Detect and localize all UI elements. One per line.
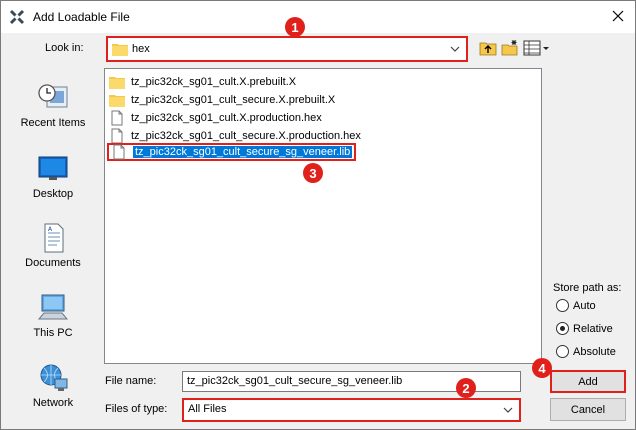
radio-circle[interactable] xyxy=(556,299,569,312)
files-of-type-value: All Files xyxy=(188,403,227,415)
radio-label: Absolute xyxy=(573,345,616,358)
radio-auto[interactable]: Auto xyxy=(556,299,596,312)
desktop-icon xyxy=(38,156,68,180)
files-of-type-combo[interactable]: All Files xyxy=(182,398,521,422)
folder-icon xyxy=(112,42,128,59)
file-name: tz_pic32ck_sg01_cult_secure_sg_veneer.li… xyxy=(133,146,353,158)
toolbar xyxy=(479,39,549,57)
place-this-pc[interactable]: This PC xyxy=(9,293,97,339)
radio-circle[interactable] xyxy=(556,322,569,335)
title-bar: Add Loadable File xyxy=(1,1,635,33)
callout-marker-3: 3 xyxy=(303,163,323,183)
file-icon xyxy=(109,128,125,144)
recent-items-icon xyxy=(38,84,68,108)
add-loadable-file-dialog: Add Loadable File Look in: hex Recent It… xyxy=(0,0,636,430)
look-in-value: hex xyxy=(132,43,150,55)
up-folder-icon[interactable] xyxy=(479,39,497,57)
list-item[interactable]: tz_pic32ck_sg01_cult.X.prebuilt.X xyxy=(109,73,296,91)
place-label: Network xyxy=(32,397,74,409)
radio-label: Auto xyxy=(573,299,596,312)
place-documents[interactable]: A Documents xyxy=(9,223,97,269)
network-icon xyxy=(40,364,68,391)
cancel-button[interactable]: Cancel xyxy=(550,398,626,421)
radio-relative[interactable]: Relative xyxy=(556,322,613,335)
callout-marker-2: 2 xyxy=(456,378,476,398)
callout-marker-1: 1 xyxy=(285,17,305,37)
places-bar: Recent Items Desktop A Documents This PC… xyxy=(9,68,97,418)
this-pc-icon xyxy=(37,294,69,320)
window-title: Add Loadable File xyxy=(33,10,130,24)
file-list[interactable]: tz_pic32ck_sg01_cult.X.prebuilt.X tz_pic… xyxy=(104,68,542,364)
look-in-combo[interactable]: hex xyxy=(106,36,468,62)
place-label: This PC xyxy=(33,327,73,339)
x-logo-icon xyxy=(9,9,25,25)
place-label: Recent Items xyxy=(20,117,86,129)
place-desktop[interactable]: Desktop xyxy=(9,154,97,200)
chevron-down-icon[interactable] xyxy=(501,403,515,420)
documents-icon: A xyxy=(44,223,64,253)
file-name-label: File name: xyxy=(105,375,157,387)
folder-icon xyxy=(109,74,125,90)
look-in-label: Look in: xyxy=(45,42,84,54)
place-label: Desktop xyxy=(32,188,74,200)
new-folder-icon[interactable] xyxy=(501,39,519,57)
store-path-label: Store path as: xyxy=(553,282,622,294)
place-label: Documents xyxy=(25,257,81,269)
file-icon xyxy=(109,110,125,126)
file-icon xyxy=(111,144,127,160)
folder-icon xyxy=(109,92,125,108)
file-name: tz_pic32ck_sg01_cult_secure.X.prebuilt.X xyxy=(131,94,336,106)
add-button[interactable]: Add xyxy=(550,370,626,393)
radio-label: Relative xyxy=(573,322,613,335)
file-name: tz_pic32ck_sg01_cult.X.prebuilt.X xyxy=(131,76,297,88)
place-network[interactable]: Network xyxy=(9,363,97,409)
chevron-down-icon[interactable] xyxy=(448,42,462,59)
view-menu-icon[interactable] xyxy=(523,39,549,57)
files-of-type-label: Files of type: xyxy=(105,403,168,415)
list-item[interactable]: tz_pic32ck_sg01_cult.X.production.hex xyxy=(109,109,322,127)
file-name: tz_pic32ck_sg01_cult_secure.X.production… xyxy=(131,130,361,142)
radio-circle[interactable] xyxy=(556,345,569,358)
list-item-selected[interactable]: tz_pic32ck_sg01_cult_secure_sg_veneer.li… xyxy=(107,143,357,161)
close-icon[interactable] xyxy=(601,1,635,31)
callout-marker-4: 4 xyxy=(532,358,552,378)
radio-absolute[interactable]: Absolute xyxy=(556,345,616,358)
list-item[interactable]: tz_pic32ck_sg01_cult_secure.X.prebuilt.X xyxy=(109,91,335,109)
file-name: tz_pic32ck_sg01_cult.X.production.hex xyxy=(131,112,322,124)
place-recent-items[interactable]: Recent Items xyxy=(9,83,97,129)
